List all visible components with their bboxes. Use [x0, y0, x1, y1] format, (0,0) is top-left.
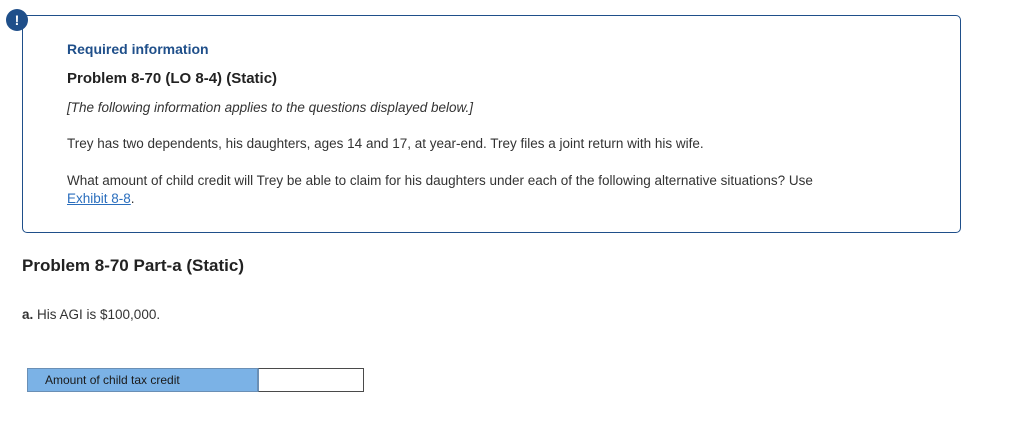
question-paragraph: What amount of child credit will Trey be… — [67, 172, 857, 208]
applies-note: [The following information applies to th… — [67, 100, 473, 115]
question-text: His AGI is $100,000. — [33, 307, 161, 322]
problem-title: Problem 8-70 (LO 8-4) (Static) — [67, 70, 278, 87]
question-a: a. His AGI is $100,000. — [22, 307, 160, 322]
question-paragraph-end: . — [130, 191, 135, 206]
child-tax-credit-input[interactable] — [258, 368, 364, 392]
exhibit-link[interactable]: Exhibit 8-8 — [67, 191, 131, 206]
answer-row: Amount of child tax credit — [27, 368, 364, 392]
scenario-paragraph: Trey has two dependents, his daughters, … — [67, 136, 704, 151]
part-heading: Problem 8-70 Part-a (Static) — [22, 256, 245, 275]
alert-icon: ! — [6, 9, 28, 31]
answer-label: Amount of child tax credit — [27, 368, 258, 392]
question-letter: a. — [22, 307, 34, 322]
required-information-box: Required information Problem 8-70 (LO 8-… — [22, 15, 961, 233]
required-information-title: Required information — [67, 41, 209, 57]
question-paragraph-text: What amount of child credit will Trey be… — [67, 173, 813, 188]
answer-input-wrapper — [258, 368, 364, 392]
